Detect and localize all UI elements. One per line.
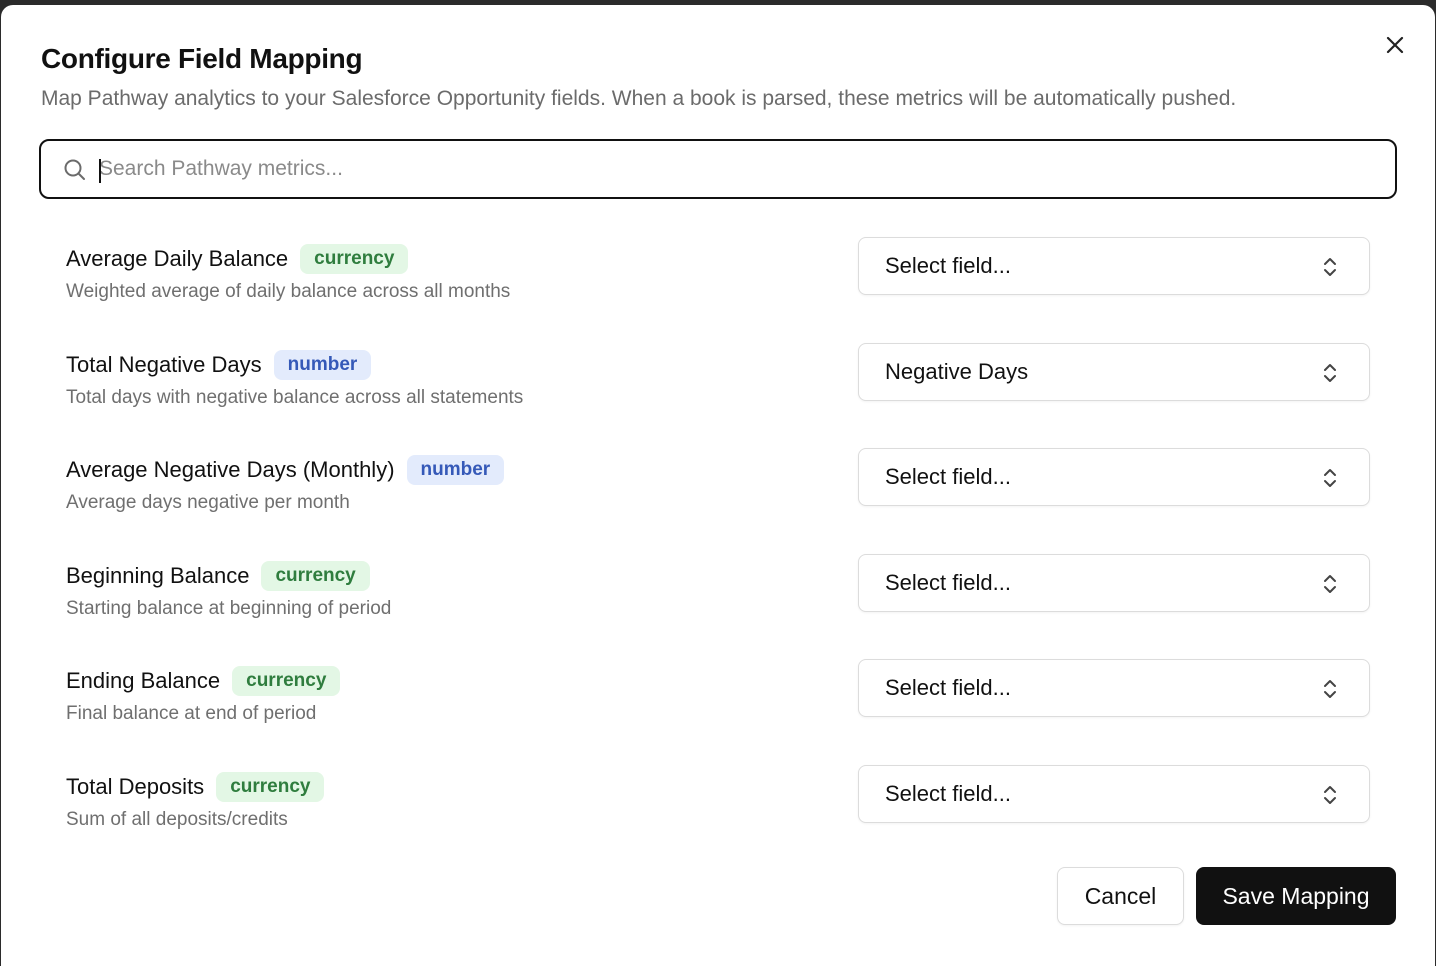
metric-row: Average Negative Days (Monthly) number Ave…: [1, 448, 1435, 554]
metric-name: Total Negative Days: [66, 352, 262, 377]
chevrons-up-down-icon: [1324, 258, 1336, 276]
salesforce-field-select[interactable]: Select field...: [858, 765, 1370, 823]
metric-row: Average Daily Balance currency Weighted av…: [1, 237, 1435, 343]
metric-name: Beginning Balance: [66, 563, 250, 588]
type-badge: currency: [232, 666, 341, 696]
salesforce-field-select[interactable]: Select field...: [858, 237, 1370, 295]
metric-description: Total days with negative balance across …: [66, 387, 524, 408]
type-badge: number: [406, 455, 505, 485]
chevrons-up-down-icon: [1324, 469, 1336, 487]
select-value: Select field...: [885, 781, 1011, 806]
metric-header: Average Daily Balance currency: [66, 243, 409, 275]
metric-name: Average Negative Days (Monthly): [66, 457, 395, 482]
type-badge: currency: [261, 561, 370, 591]
type-badge: currency: [300, 244, 409, 274]
dialog-subtitle: Map Pathway analytics to your Salesforce…: [41, 87, 1237, 110]
metric-header: Beginning Balance currency: [66, 560, 370, 592]
metric-row: Total Deposits currency Sum of all deposit…: [1, 765, 1435, 871]
cancel-button[interactable]: Cancel: [1057, 867, 1184, 925]
salesforce-field-select[interactable]: Select field...: [858, 448, 1370, 506]
metric-name: Average Daily Balance: [66, 246, 289, 271]
select-value: Negative Days: [885, 359, 1029, 384]
metric-description: Final balance at end of period: [66, 703, 317, 724]
metric-row: Total Negative Days number Total days with…: [1, 343, 1435, 449]
select-value: Select field...: [885, 464, 1011, 489]
search-input[interactable]: [99, 149, 1369, 189]
select-value: Select field...: [885, 253, 1011, 278]
type-badge: number: [273, 350, 372, 380]
metric-header: Average Negative Days (Monthly) number: [66, 454, 505, 486]
chevrons-up-down-icon: [1324, 364, 1336, 382]
salesforce-field-select[interactable]: Select field...: [858, 659, 1370, 717]
dialog-title: Configure Field Mapping: [41, 43, 363, 74]
metric-row: Beginning Balance currency Starting balanc…: [1, 554, 1435, 660]
salesforce-field-select[interactable]: Negative Days: [858, 343, 1370, 401]
metric-header: Ending Balance currency: [66, 665, 341, 697]
salesforce-field-select[interactable]: Select field...: [858, 554, 1370, 612]
metric-description: Starting balance at beginning of period: [66, 598, 392, 619]
metric-name: Total Deposits: [66, 774, 205, 799]
metric-description: Sum of all deposits/credits: [66, 809, 288, 830]
metric-header: Total Deposits currency: [66, 771, 325, 803]
metric-description: Weighted average of daily balance across…: [66, 281, 511, 302]
metric-name: Ending Balance: [66, 668, 221, 693]
chevrons-up-down-icon: [1324, 575, 1336, 593]
select-value: Select field...: [885, 675, 1011, 700]
close-button[interactable]: [1381, 31, 1409, 59]
select-value: Select field...: [885, 570, 1011, 595]
configure-field-mapping-dialog: Configure Field Mapping Map Pathway anal…: [1, 5, 1435, 966]
search-icon: [64, 159, 85, 180]
save-mapping-button[interactable]: Save Mapping: [1196, 867, 1396, 925]
close-icon: [1386, 36, 1404, 54]
chevrons-up-down-icon: [1324, 786, 1336, 804]
text-caret: [99, 159, 101, 183]
metric-description: Average days negative per month: [66, 492, 350, 513]
metric-row: Ending Balance currency Final balance at e…: [1, 659, 1435, 765]
type-badge: currency: [216, 772, 325, 802]
search-box[interactable]: [39, 139, 1397, 199]
chevrons-up-down-icon: [1324, 680, 1336, 698]
metric-header: Total Negative Days number: [66, 349, 372, 381]
